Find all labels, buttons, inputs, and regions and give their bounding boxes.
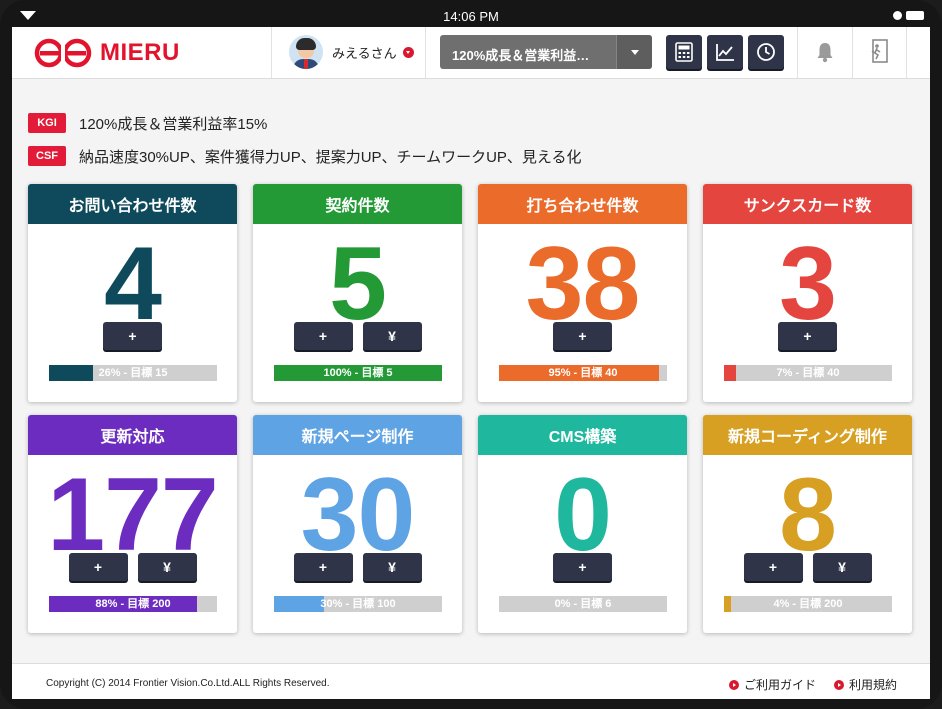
top-bar: MIERU みえるさん 120%成長＆営業利益… xyxy=(12,27,930,79)
kpi-card: 打ち合わせ件数 38 +95% - 目標 40 xyxy=(478,184,687,402)
chart-button[interactable] xyxy=(707,35,743,69)
kpi-card-actions: + xyxy=(478,322,687,350)
divider xyxy=(852,27,853,78)
logout-icon xyxy=(871,39,888,63)
kpi-card-title: 新規コーディング制作 xyxy=(703,415,912,455)
battery-icon xyxy=(906,11,924,20)
divider xyxy=(425,27,426,78)
device-frame: 14:06 PM MIERU みえるさん 120%成長＆営業利益… KGI 12… xyxy=(0,0,942,709)
clock-icon xyxy=(757,43,775,61)
progress-label: 95% - 目標 40 xyxy=(548,367,618,379)
progress-label: 88% - 目標 200 xyxy=(95,598,171,610)
kpi-card-actions: + xyxy=(703,322,912,350)
kpi-card: お問い合わせ件数 4 +26% - 目標 15 xyxy=(28,184,237,402)
divider xyxy=(797,27,798,78)
kpi-card: 新規ページ制作 30 + ¥30% - 目標 100 xyxy=(253,415,462,633)
yen-button[interactable]: ¥ xyxy=(137,553,197,581)
kpi-card: 契約件数 5 + ¥100% - 目標 5 xyxy=(253,184,462,402)
progress-label: 0% - 目標 6 xyxy=(554,598,612,610)
progress-label: 4% - 目標 200 xyxy=(773,598,843,610)
chevron-down-icon xyxy=(402,46,414,58)
kgi-tag: KGI xyxy=(28,113,66,133)
increment-button[interactable]: + xyxy=(293,553,353,581)
logout-button[interactable] xyxy=(867,39,889,68)
alarm-icon xyxy=(893,11,902,20)
bell-icon xyxy=(817,43,833,63)
copyright: Copyright (C) 2014 Frontier Vision.Co.Lt… xyxy=(46,678,330,689)
kpi-card-actions: + ¥ xyxy=(253,553,462,581)
progress-bar: 88% - 目標 200 xyxy=(49,596,217,612)
chevron-down-icon[interactable] xyxy=(616,35,652,69)
kpi-card-actions: + xyxy=(28,322,237,350)
kpi-card-title: 打ち合わせ件数 xyxy=(478,184,687,224)
kpi-card-actions: + ¥ xyxy=(703,553,912,581)
progress-label: 100% - 目標 5 xyxy=(323,367,393,379)
calculator-icon xyxy=(675,42,693,62)
kpi-card-actions: + xyxy=(478,553,687,581)
progress-label: 30% - 目標 100 xyxy=(320,598,396,610)
chevron-right-icon xyxy=(834,679,844,690)
goal-select-value: 120%成長＆営業利益… xyxy=(452,48,590,63)
guide-link-label: ご利用ガイド xyxy=(744,678,817,692)
user-name: みえるさん xyxy=(332,45,397,61)
kpi-card-title: 契約件数 xyxy=(253,184,462,224)
user-menu[interactable]: みえるさん xyxy=(289,34,414,70)
kpi-card-title: 更新対応 xyxy=(28,415,237,455)
increment-button[interactable]: + xyxy=(553,322,612,350)
csf-row: CSF 納品速度30%UP、案件獲得力UP、提案力UP、チームワークUP、見える… xyxy=(28,145,581,167)
csf-text: 納品速度30%UP、案件獲得力UP、提案力UP、チームワークUP、見える化 xyxy=(79,148,582,166)
increment-button[interactable]: + xyxy=(293,322,353,350)
chevron-right-icon xyxy=(729,679,739,690)
kpi-card-title: CMS構築 xyxy=(478,415,687,455)
yen-button[interactable]: ¥ xyxy=(362,322,422,350)
kpi-card: CMS構築 0 +0% - 目標 6 xyxy=(478,415,687,633)
progress-label: 7% - 目標 40 xyxy=(776,367,840,379)
progress-bar: 7% - 目標 40 xyxy=(724,365,892,381)
progress-bar: 4% - 目標 200 xyxy=(724,596,892,612)
progress-bar: 0% - 目標 6 xyxy=(499,596,667,612)
increment-button[interactable]: + xyxy=(743,553,803,581)
yen-button[interactable]: ¥ xyxy=(362,553,422,581)
progress-label: 26% - 目標 15 xyxy=(98,367,168,379)
kpi-card-actions: + ¥ xyxy=(253,322,462,350)
app-screen: MIERU みえるさん 120%成長＆営業利益… KGI 120%成長＆営業利益… xyxy=(12,27,930,699)
progress-bar: 100% - 目標 5 xyxy=(274,365,442,381)
history-button[interactable] xyxy=(748,35,784,69)
guide-link[interactable]: ご利用ガイド xyxy=(729,676,816,693)
progress-bar: 26% - 目標 15 xyxy=(49,365,217,381)
logo-text: MIERU xyxy=(100,39,180,66)
line-chart-icon xyxy=(716,44,734,61)
increment-button[interactable]: + xyxy=(778,322,837,350)
divider xyxy=(271,27,272,78)
yen-button[interactable]: ¥ xyxy=(812,553,872,581)
kpi-card-title: 新規ページ制作 xyxy=(253,415,462,455)
progress-bar: 95% - 目標 40 xyxy=(499,365,667,381)
logo-mark-icon xyxy=(34,38,92,68)
avatar xyxy=(289,35,323,69)
terms-link-label: 利用規約 xyxy=(849,678,898,692)
terms-link[interactable]: 利用規約 xyxy=(834,676,897,693)
kpi-card: サンクスカード数 3 +7% - 目標 40 xyxy=(703,184,912,402)
goal-select[interactable]: 120%成長＆営業利益… xyxy=(440,35,652,69)
kpi-card-title: サンクスカード数 xyxy=(703,184,912,224)
increment-button[interactable]: + xyxy=(68,553,128,581)
calculator-button[interactable] xyxy=(666,35,702,69)
progress-bar: 30% - 目標 100 xyxy=(274,596,442,612)
kpi-card-title: お問い合わせ件数 xyxy=(28,184,237,224)
increment-button[interactable]: + xyxy=(553,553,612,581)
footer: Copyright (C) 2014 Frontier Vision.Co.Lt… xyxy=(12,663,930,699)
csf-tag: CSF xyxy=(28,146,66,166)
kpi-card: 新規コーディング制作 8 + ¥4% - 目標 200 xyxy=(703,415,912,633)
divider xyxy=(906,27,907,78)
kgi-text: 120%成長＆営業利益率15% xyxy=(79,115,268,133)
increment-button[interactable]: + xyxy=(103,322,162,350)
kpi-card-actions: + ¥ xyxy=(28,553,237,581)
status-time: 14:06 PM xyxy=(443,9,499,24)
kgi-row: KGI 120%成長＆営業利益率15% xyxy=(28,112,267,134)
app-logo[interactable]: MIERU xyxy=(34,37,180,69)
kpi-card: 更新対応 177 + ¥88% - 目標 200 xyxy=(28,415,237,633)
status-bar: 14:06 PM xyxy=(12,5,930,27)
notifications-button[interactable] xyxy=(816,41,834,68)
